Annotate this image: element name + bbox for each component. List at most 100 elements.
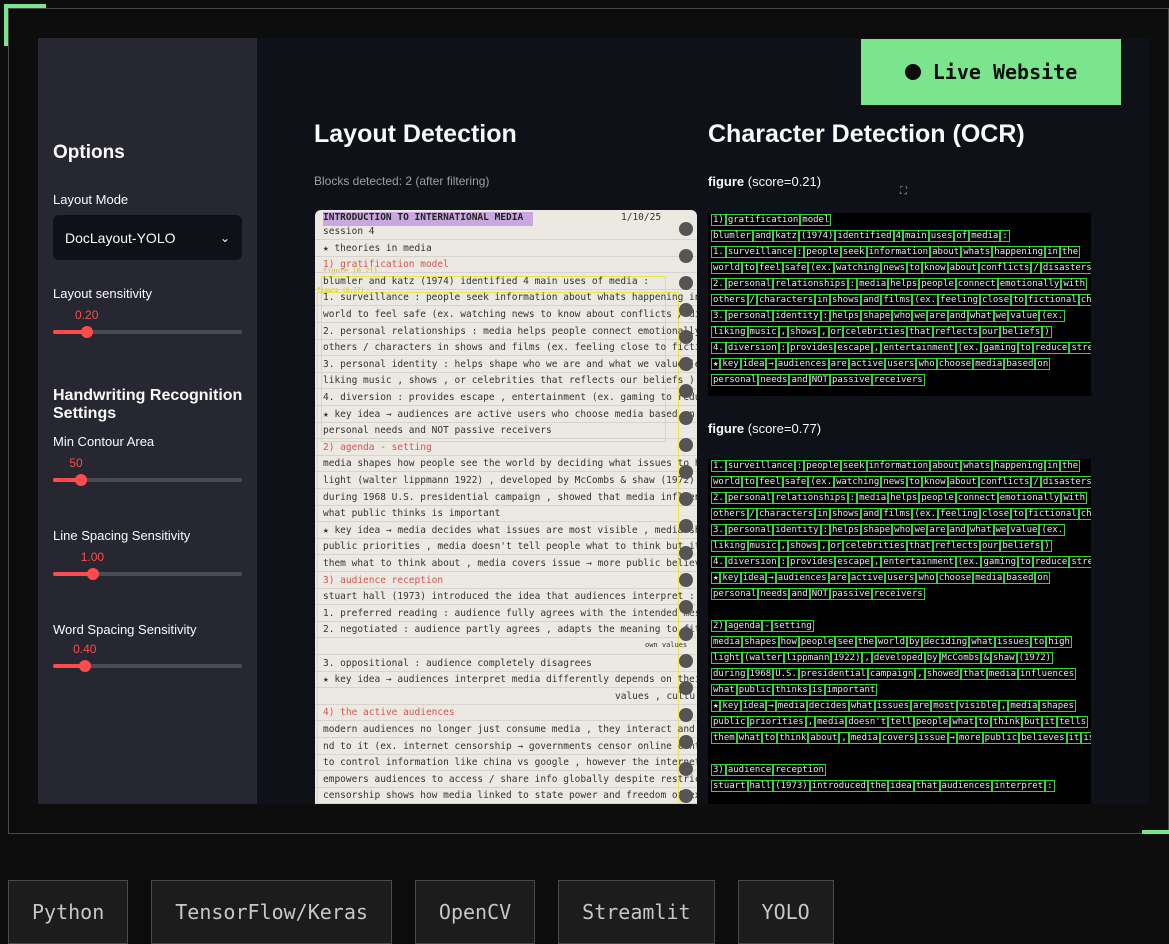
ocr-word: tells: [1057, 716, 1089, 728]
ocr-word: think: [777, 732, 809, 744]
ocr-word: world: [710, 262, 743, 274]
ocr-word: ,: [915, 668, 925, 680]
ocr-line: 1. surveillance: people seek information abou…: [711, 246, 1081, 258]
ocr-word: blumler: [711, 230, 753, 242]
ocr-word: media: [986, 668, 1019, 680]
figure-label-1: figure (score=0.21): [708, 174, 821, 189]
ocr-word: identity: [773, 524, 821, 536]
ocr-word: escape: [835, 556, 872, 568]
live-website-button[interactable]: Live Website: [861, 39, 1121, 105]
ocr-line: world to feel safe (ex. watching news to know abo…: [710, 476, 1091, 488]
ocr-word: the: [1059, 460, 1081, 472]
ocr-line: public priorities, media doesn't tell people w…: [711, 716, 1089, 728]
ocr-word: active: [848, 572, 886, 584]
min-contour-slider[interactable]: 50: [53, 456, 242, 486]
ocr-word: (1973): [773, 780, 810, 792]
notebook-line: empowers audiences to access / share inf…: [323, 773, 697, 785]
ruled-line: [315, 737, 697, 738]
ocr-word: →: [766, 358, 776, 370]
ocr-word: about: [947, 476, 979, 488]
ocr-word: people: [913, 716, 951, 728]
spiral-ring: [679, 762, 693, 776]
figure-label-2: figure (score=0.77): [708, 421, 821, 436]
ocr-word: ,: [805, 716, 816, 728]
ocr-word: 3): [711, 764, 726, 776]
ocr-word: :: [794, 246, 805, 258]
ocr-line: others / characters in shows and films (ex. feel…: [711, 294, 1091, 306]
ruled-line: [315, 537, 697, 539]
ocr-word: during: [711, 668, 748, 680]
word-spacing-label: Word Spacing Sensitivity: [53, 622, 197, 637]
slider-thumb[interactable]: [86, 568, 99, 580]
notebook-line: nd to it (ex. internet censorship → gove…: [323, 740, 697, 752]
notebook-image: INTRODUCTION TO INTERNATIONAL MEDIA 1/10…: [315, 210, 697, 804]
notebook-date: 1/10/25: [621, 212, 662, 223]
spiral-ring: [679, 330, 693, 344]
ocr-title: Character Detection (OCR): [708, 120, 1025, 148]
ocr-line: personal needs and NOT passive receivers: [710, 588, 926, 600]
ocr-line: what public thinks is important: [711, 684, 878, 696]
ocr-word: helps: [829, 524, 862, 536]
ocr-word: beliefs: [1000, 540, 1043, 552]
ocr-word: :: [1045, 780, 1055, 792]
ocr-word: of: [954, 230, 970, 242]
ruled-line: [315, 637, 697, 639]
ocr-word: is: [1081, 732, 1091, 744]
ocr-line: ★ key idea → audiences are active users who choos…: [710, 572, 1051, 584]
ocr-word: 1): [711, 214, 726, 226]
spiral-ring: [679, 249, 693, 263]
tech-tag: TensorFlow/Keras: [151, 880, 392, 944]
ocr-word: media: [848, 732, 880, 744]
ocr-word: identified: [835, 230, 894, 242]
ocr-word: key: [720, 358, 741, 370]
ocr-word: idea: [740, 572, 767, 584]
ocr-word: media: [857, 492, 889, 504]
live-website-label: Live Website: [932, 60, 1078, 84]
notebook-line: light (walter lippmann 1922) , developed…: [323, 475, 695, 486]
spiral-ring: [679, 546, 693, 560]
ocr-word: we: [912, 524, 928, 536]
ocr-word: ): [1042, 540, 1052, 552]
ocr-word: 1.: [711, 460, 726, 472]
slider-thumb[interactable]: [75, 474, 88, 486]
layout-mode-select[interactable]: DocLayout-YOLO ⌄: [53, 215, 242, 260]
ocr-word: close: [980, 294, 1012, 306]
line-spacing-slider[interactable]: 1.00: [53, 550, 242, 580]
ruled-line: [315, 438, 697, 440]
ocr-word: who: [892, 524, 913, 536]
word-spacing-slider[interactable]: 0.40: [53, 642, 242, 672]
ruled-line: [315, 355, 697, 357]
ocr-word: is: [809, 684, 825, 696]
ruled-line: [315, 421, 697, 423]
ocr-word: people: [804, 246, 841, 258]
ocr-word: to: [742, 476, 757, 488]
notebook-line: to control information like china vs goo…: [323, 757, 697, 769]
ocr-word: :: [847, 492, 858, 504]
ocr-word: to: [1018, 556, 1033, 568]
ocr-line: others / characters in shows and films (ex. feel…: [711, 508, 1091, 520]
ocr-word: presidential: [798, 668, 868, 680]
ruled-line: [315, 620, 697, 622]
slider-thumb[interactable]: [81, 326, 94, 338]
ocr-word: shapes: [742, 636, 779, 648]
ocr-word: what: [848, 700, 875, 712]
ocr-word: audiences: [775, 358, 829, 370]
blocks-detected-caption: Blocks detected: 2 (after filtering): [314, 174, 490, 188]
slider-thumb[interactable]: [79, 660, 92, 672]
ocr-word: believes: [1019, 732, 1067, 744]
layout-sensitivity-slider[interactable]: 0.20: [53, 308, 242, 338]
ocr-line: media shapes how people see the world by decidin…: [710, 636, 1073, 648]
ocr-word: media: [973, 358, 1005, 370]
ocr-word: ch: [1078, 508, 1091, 520]
ocr-word: that: [907, 326, 933, 338]
ocr-word: reflects: [932, 326, 981, 338]
spiral-ring: [679, 519, 693, 533]
ocr-word: (ex.: [1039, 310, 1066, 322]
ocr-word: how: [778, 636, 799, 648]
ocr-line: 3. personal identity: helps shape who we are and…: [711, 310, 1066, 322]
tech-tag: OpenCV: [414, 880, 536, 944]
notebook-line: 1. surveillance : people seek informatio…: [323, 292, 697, 304]
ocr-word: we: [993, 524, 1009, 536]
ruled-line: [315, 587, 697, 589]
fullscreen-icon[interactable]: ⛶: [900, 186, 912, 198]
